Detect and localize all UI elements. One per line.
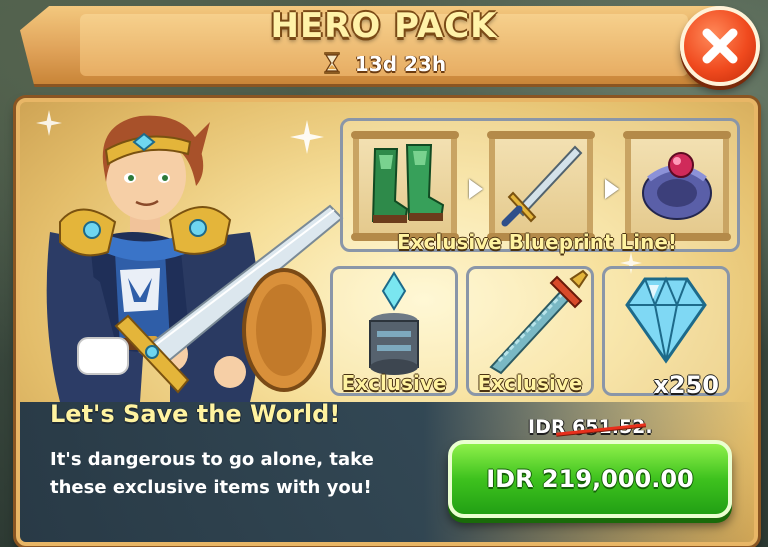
- close-icon: [702, 28, 738, 64]
- item-card-tower[interactable]: Exclusive: [330, 266, 458, 396]
- bracer-icon: [642, 152, 712, 220]
- sword-icon: [501, 145, 583, 227]
- hero-character-illustration: [46, 115, 344, 402]
- offer-timer: 13d 23h: [0, 52, 768, 76]
- blueprint-scroll-2[interactable]: [487, 131, 595, 241]
- pixel-sword-icon: [489, 269, 589, 375]
- page-title: HERO PACK: [270, 6, 498, 46]
- offer-headline: Let's Save the World!: [50, 400, 341, 428]
- buy-button[interactable]: IDR 219,000.00: [448, 440, 732, 518]
- offer-panel: Exclusive Blueprint Line! Exclusive Excl…: [16, 98, 758, 546]
- chevron-right-icon: [605, 179, 619, 199]
- blueprint-line-label: Exclusive Blueprint Line!: [396, 230, 678, 254]
- gem-quantity: x250: [653, 371, 719, 399]
- chevron-right-icon: [469, 179, 483, 199]
- hourglass-icon: [323, 52, 340, 74]
- boots-icon: [371, 144, 445, 223]
- buy-button-label: IDR 219,000.00: [486, 465, 694, 493]
- tower-icon: [369, 271, 419, 375]
- item-card-pixel-sword[interactable]: Exclusive: [466, 266, 594, 396]
- item-card-gems[interactable]: x250: [602, 266, 730, 399]
- item-label: Exclusive: [477, 371, 583, 395]
- gem-icon: [625, 276, 707, 364]
- timer-text: 13d 23h: [354, 52, 447, 76]
- blueprint-scroll-3[interactable]: [623, 131, 731, 241]
- blueprint-scroll-1[interactable]: [351, 131, 459, 241]
- item-label: Exclusive: [341, 371, 447, 395]
- offer-description: It's dangerous to go alone, take these e…: [50, 449, 374, 498]
- close-button[interactable]: [680, 6, 760, 86]
